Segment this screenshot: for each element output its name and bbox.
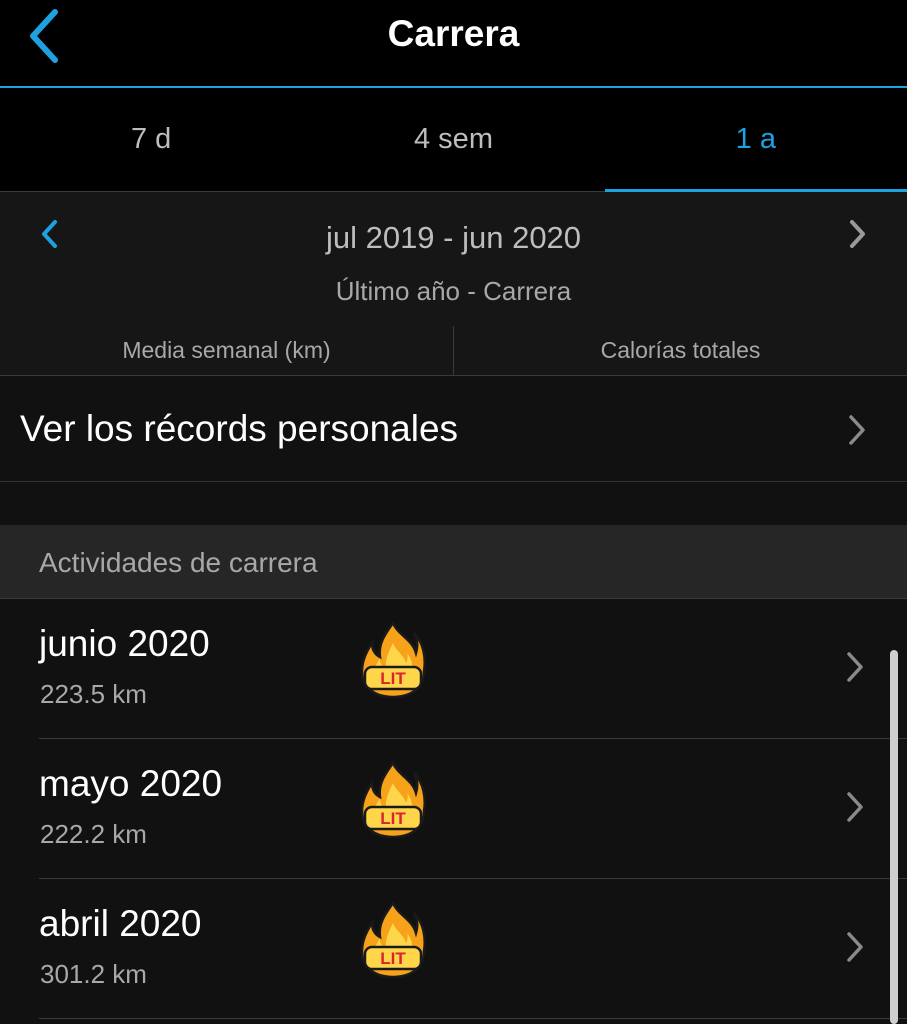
activity-distance: 301.2 km [40, 959, 147, 989]
activity-list: junio 2020 223.5 km LIT mayo 2020 222.2 … [0, 599, 907, 1024]
app: Carrera 7 d 4 sem 1 a jul 2019 - jun 202… [0, 0, 907, 1024]
scrollbar[interactable] [890, 650, 898, 1024]
divider [39, 1018, 907, 1019]
section-header: Actividades de carrera [0, 525, 907, 599]
lit-fire-icon: LIT [360, 761, 426, 839]
nav-bar: Carrera [0, 0, 907, 88]
metric-total-calories[interactable]: Calorías totales [454, 326, 907, 375]
metric-weekly-average[interactable]: Media semanal (km) [0, 326, 454, 375]
lit-fire-icon: LIT [360, 621, 426, 699]
list-item[interactable]: junio 2020 223.5 km LIT [0, 599, 907, 739]
section-title: Actividades de carrera [39, 547, 318, 578]
list-item[interactable]: mayo 2020 222.2 km LIT [0, 739, 907, 879]
chevron-right-icon [850, 220, 865, 248]
activity-month: junio 2020 [39, 623, 210, 664]
chevron-right-icon [840, 927, 870, 967]
list-item[interactable]: abril 2020 301.2 km LIT [0, 879, 907, 1019]
chevron-right-icon [840, 647, 870, 687]
svg-text:LIT: LIT [380, 669, 406, 688]
activity-month: mayo 2020 [39, 763, 223, 804]
tab-1-year[interactable]: 1 a [604, 88, 907, 192]
date-range-label: jul 2019 - jun 2020 [325, 220, 582, 255]
svg-text:LIT: LIT [380, 809, 406, 828]
tab-7-days[interactable]: 7 d [0, 88, 302, 191]
chevron-right-icon [840, 787, 870, 827]
activity-month: abril 2020 [39, 903, 202, 944]
activity-distance: 223.5 km [40, 679, 147, 709]
metric-headers: Media semanal (km) Calorías totales [0, 326, 907, 376]
date-range-selector: jul 2019 - jun 2020 Último año - Carrera [0, 192, 907, 326]
svg-text:LIT: LIT [380, 949, 406, 968]
tab-4-weeks[interactable]: 4 sem [302, 88, 604, 191]
page-title: Carrera [387, 13, 520, 54]
activity-distance: 222.2 km [40, 819, 147, 849]
period-tabs: 7 d 4 sem 1 a [0, 88, 907, 192]
date-range-subtitle: Último año - Carrera [335, 276, 572, 306]
personal-records-label: Ver los récords personales [20, 408, 459, 449]
next-period-button[interactable] [833, 212, 883, 256]
lit-fire-icon: LIT [360, 901, 426, 979]
personal-records-row[interactable]: Ver los récords personales [0, 376, 907, 482]
chevron-right-icon [842, 410, 872, 450]
